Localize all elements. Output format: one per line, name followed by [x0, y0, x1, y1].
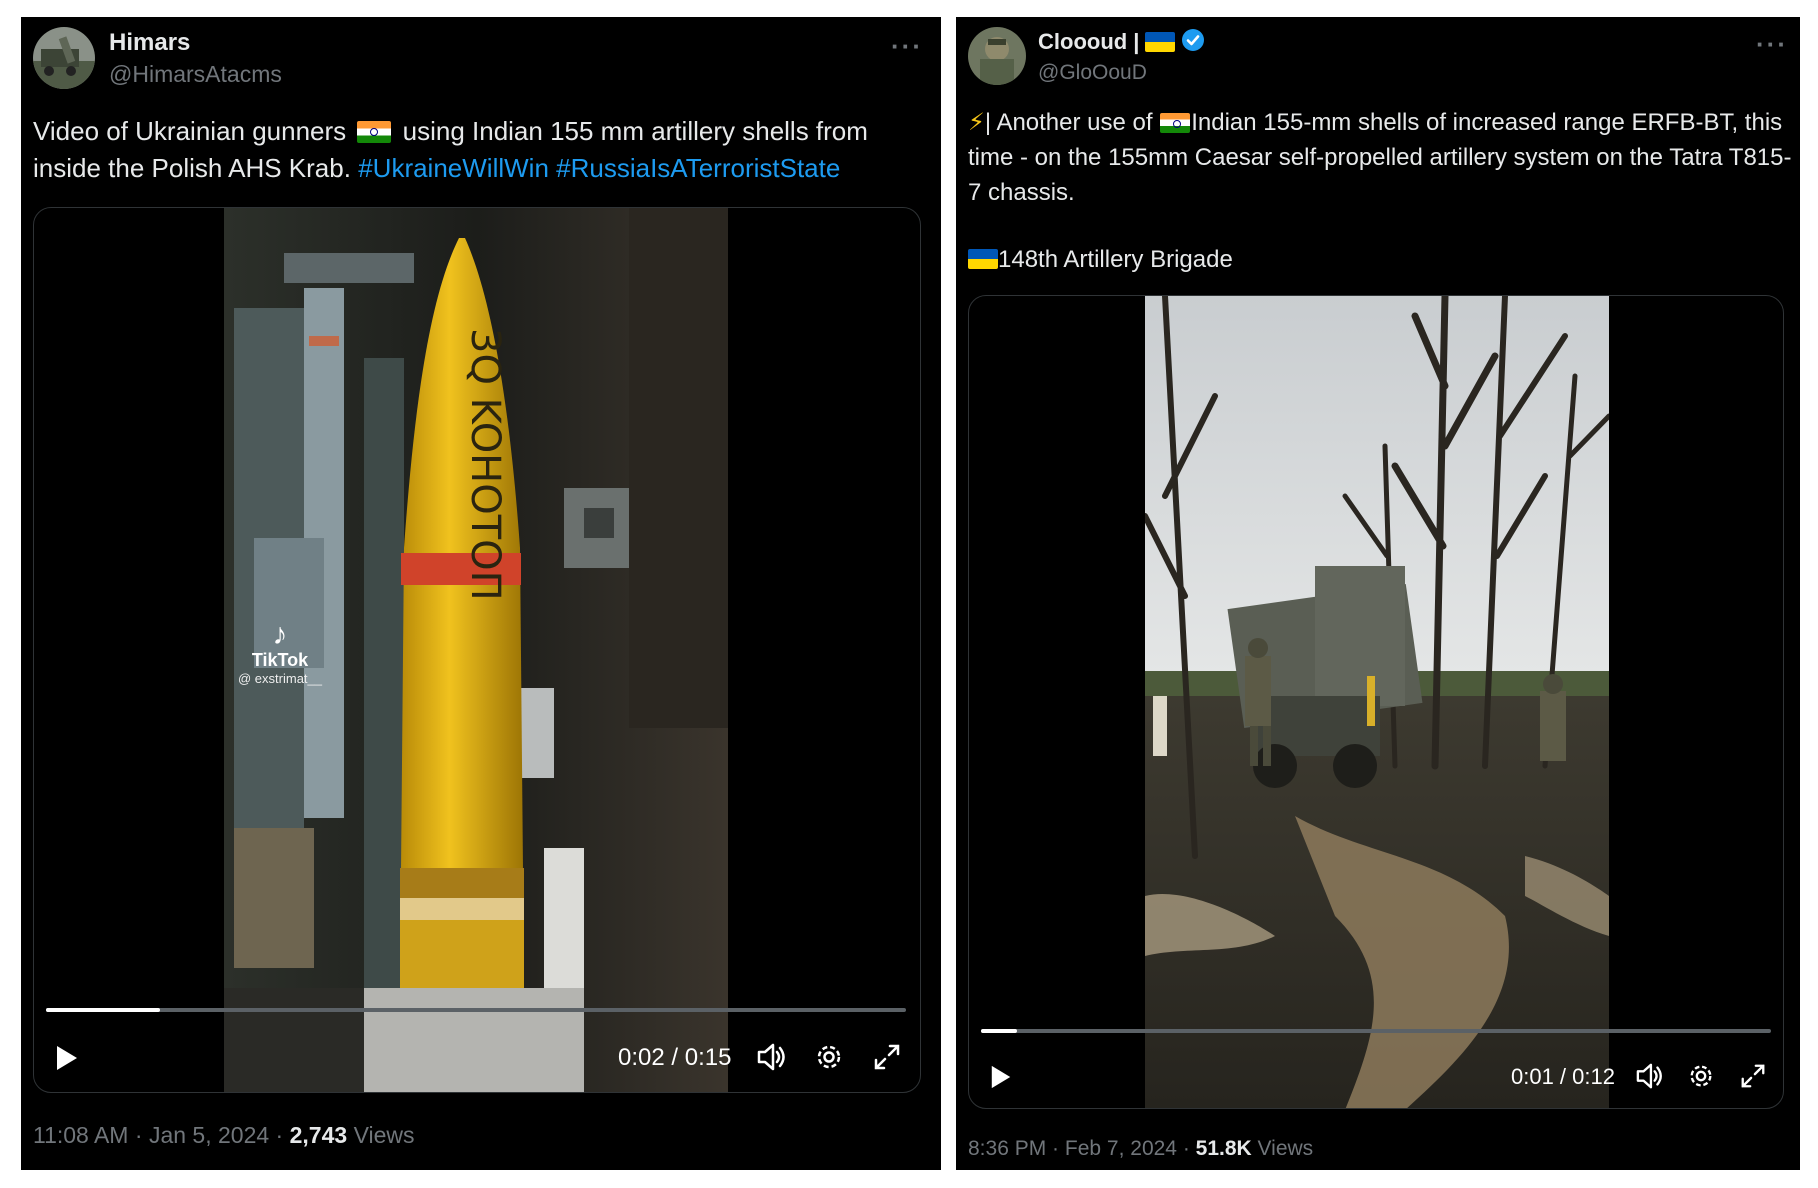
tweet-meta: 11:08 AM · Jan 5, 2024 · 2,743 Views — [33, 1122, 415, 1149]
video-progress-fill — [46, 1008, 161, 1012]
user-handle[interactable]: @GloOouD — [1038, 61, 1205, 85]
views-count: 51.8K — [1195, 1137, 1252, 1160]
shell-marking: 3Q KOHOTOП — [462, 328, 508, 601]
more-icon[interactable]: ··· — [1756, 29, 1788, 60]
avatar[interactable] — [968, 27, 1026, 85]
tweet-text: ⚡| Another use of Indian 155-mm shells o… — [968, 105, 1794, 210]
video-time: 0:02 / 0:15 — [618, 1044, 732, 1071]
verified-badge-icon — [1181, 28, 1205, 57]
tweet-date[interactable]: Feb 7, 2024 — [1065, 1137, 1177, 1160]
views-label: Views — [353, 1122, 415, 1148]
india-flag-icon — [357, 121, 392, 143]
lightning-icon: ⚡ — [968, 109, 985, 136]
display-name[interactable]: Himars — [109, 29, 190, 57]
fullscreen-icon[interactable] — [1739, 1062, 1767, 1095]
fullscreen-icon[interactable] — [872, 1042, 902, 1077]
tweet-meta: 8:36 PM · Feb 7, 2024 · 51.8K Views — [968, 1137, 1313, 1161]
video-progress-fill — [981, 1029, 1017, 1033]
meta-separator: · — [1176, 1137, 1196, 1160]
volume-icon[interactable] — [1635, 1062, 1665, 1095]
tiktok-user: @ exstrimat__ — [238, 671, 322, 686]
video-frame: 3Q KOHOTOП ♪ TikTok @ exstrimat__ — [224, 208, 728, 1092]
video-still — [1145, 296, 1609, 1108]
video-progress-bar[interactable] — [981, 1029, 1771, 1033]
video-player[interactable]: 3Q KOHOTOП ♪ TikTok @ exstrimat__ 0:02 /… — [33, 207, 921, 1093]
meta-separator: · — [128, 1122, 149, 1148]
tiktok-brand: TikTok — [251, 650, 309, 670]
tweet-time[interactable]: 8:36 PM — [968, 1137, 1046, 1160]
tweet-header: Himars @HimarsAtacms — [33, 27, 282, 89]
india-flag-icon — [1160, 113, 1191, 133]
user-handle[interactable]: @HimarsAtacms — [109, 61, 282, 88]
more-icon[interactable]: ··· — [891, 31, 923, 62]
views-count: 2,743 — [289, 1122, 348, 1148]
settings-icon[interactable] — [814, 1042, 844, 1077]
video-player[interactable]: 0:01 / 0:12 — [968, 295, 1784, 1109]
meta-separator: · — [269, 1122, 290, 1148]
ukraine-flag-icon — [1145, 32, 1176, 52]
tweet-date[interactable]: Jan 5, 2024 — [149, 1122, 269, 1148]
tiktok-watermark: ♪ TikTok @ exstrimat__ — [230, 618, 330, 687]
tweet-card-right: Cloooud | @GloOouD ··· ⚡| Another use of… — [956, 17, 1800, 1170]
settings-icon[interactable] — [1687, 1062, 1715, 1095]
tweet-text: Video of Ukrainian gunners using Indian … — [33, 113, 923, 187]
display-name[interactable]: Cloooud | — [1038, 29, 1139, 55]
play-icon[interactable] — [54, 1044, 80, 1077]
tweet-card-left: Himars @HimarsAtacms ··· Video of Ukrain… — [21, 17, 941, 1170]
volume-icon[interactable] — [756, 1042, 788, 1077]
play-icon[interactable] — [989, 1064, 1013, 1095]
hashtag-link[interactable]: #UkraineWillWin — [358, 153, 549, 183]
avatar[interactable] — [33, 27, 95, 89]
views-label: Views — [1257, 1137, 1314, 1160]
tweet-text-part: Video of Ukrainian gunners — [33, 116, 347, 146]
brigade-name: 148th Artillery Brigade — [998, 246, 1233, 273]
tiktok-icon: ♪ — [272, 618, 288, 651]
ukraine-flag-icon — [968, 249, 998, 269]
tweet-header: Cloooud | @GloOouD — [968, 27, 1205, 85]
meta-separator: · — [1046, 1137, 1065, 1160]
hashtag-link[interactable]: #RussiaIsATerroristState — [556, 153, 840, 183]
video-progress-bar[interactable] — [46, 1008, 906, 1012]
video-time: 0:01 / 0:12 — [1511, 1064, 1615, 1089]
tweet-time[interactable]: 11:08 AM — [33, 1122, 128, 1148]
video-frame — [1145, 296, 1609, 1108]
brigade-line: 148th Artillery Brigade — [968, 242, 1233, 277]
tweet-text-part: | Another use of — [984, 109, 1160, 136]
